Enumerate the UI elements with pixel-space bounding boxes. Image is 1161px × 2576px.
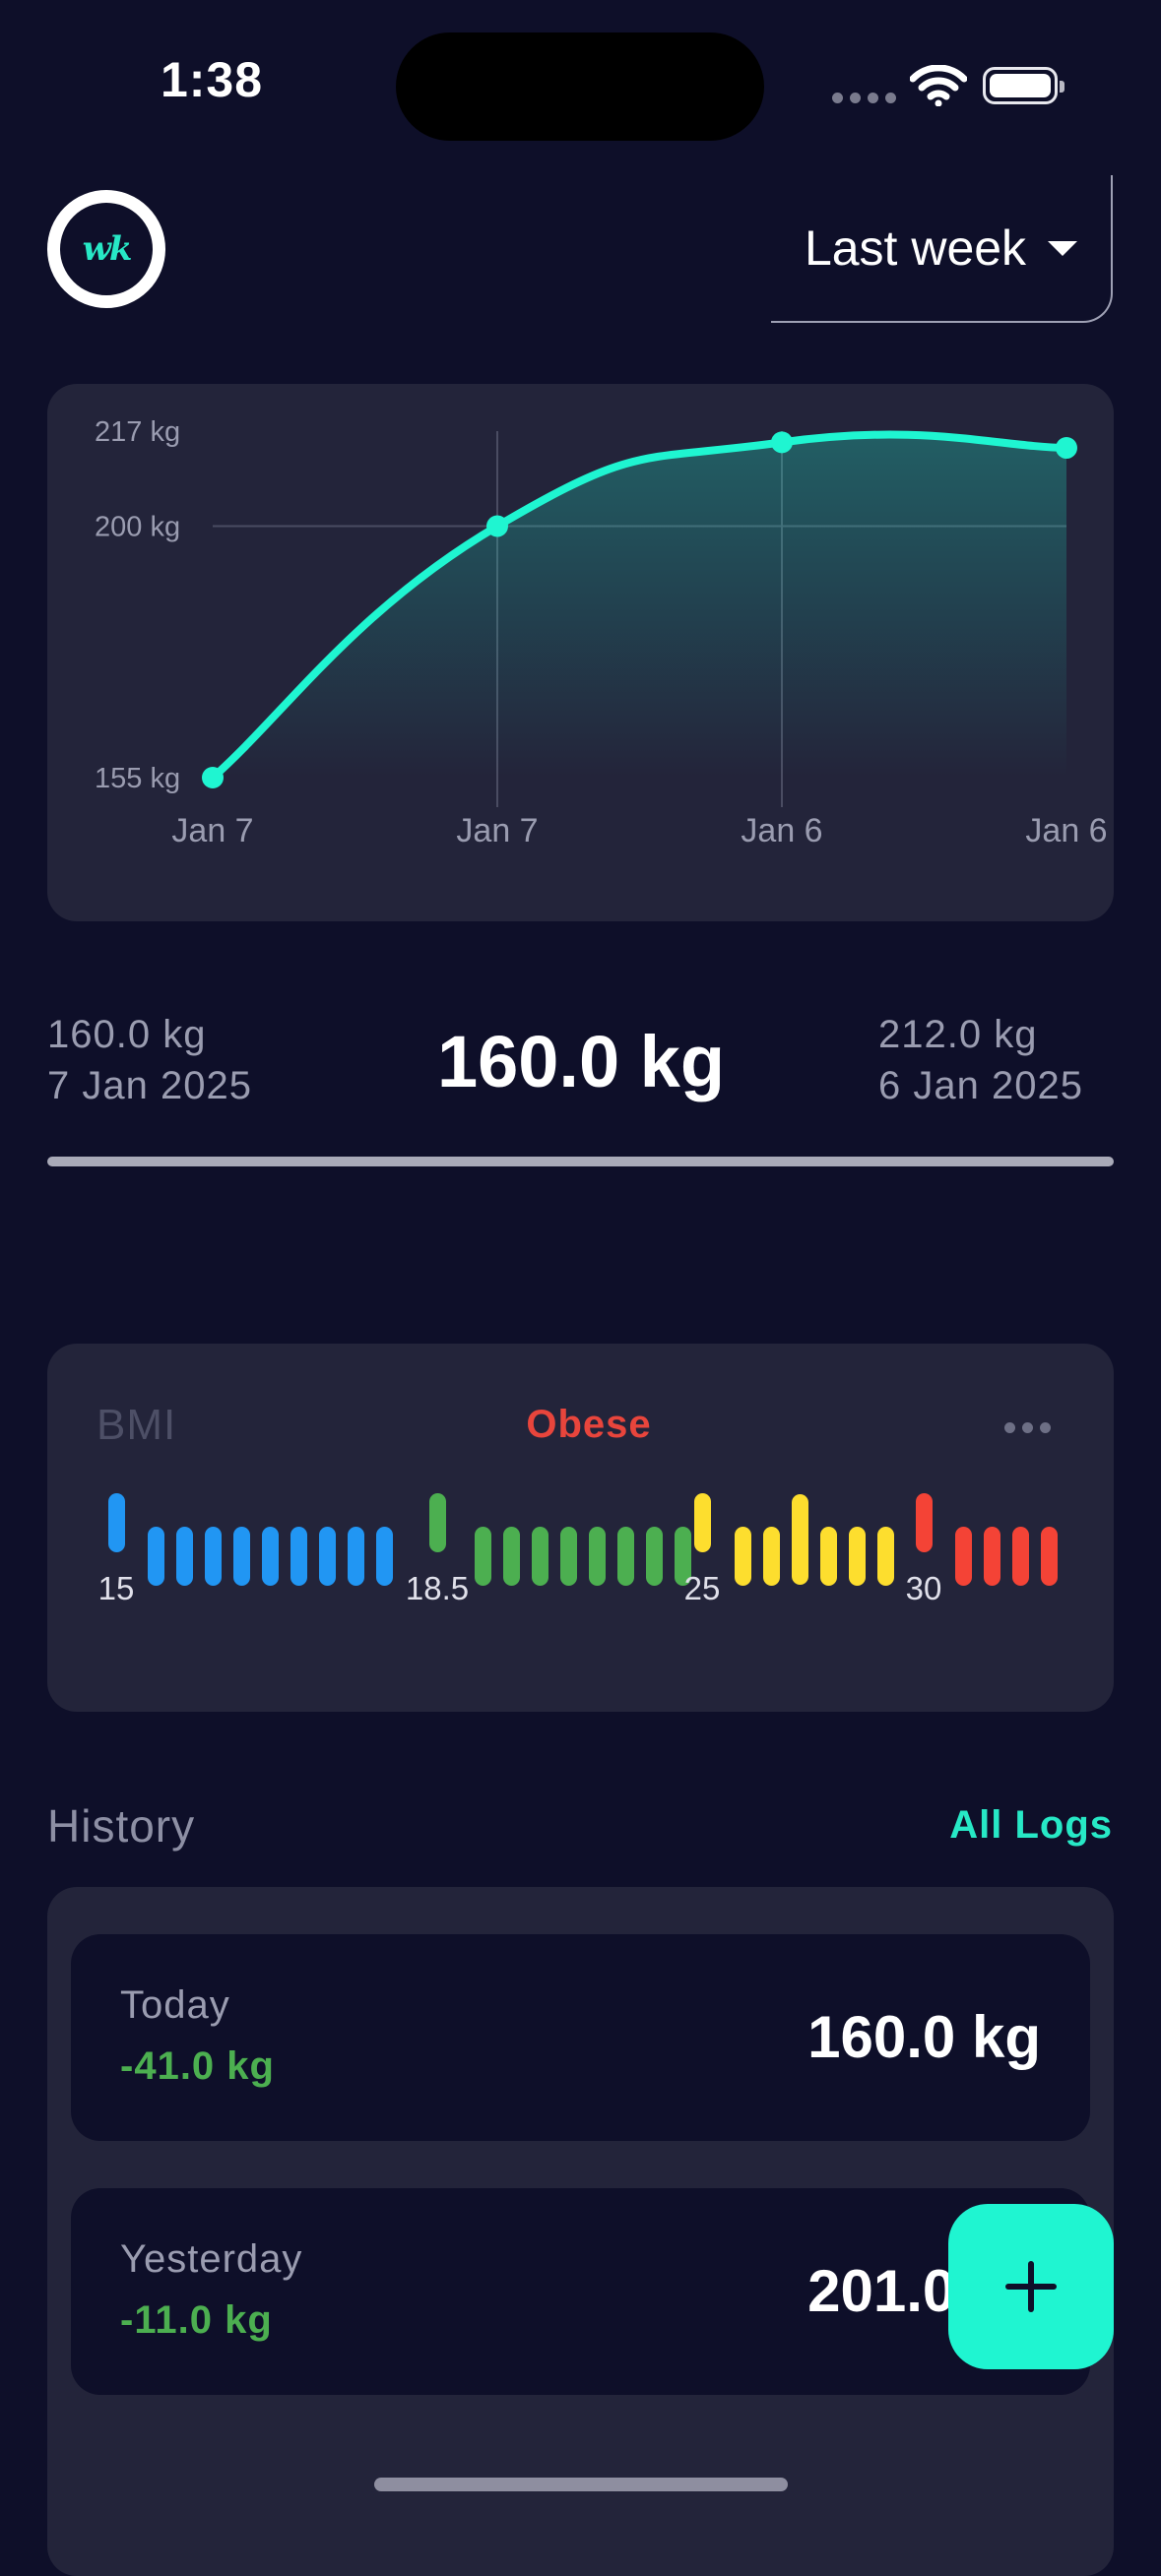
- history-change: -41.0 kg: [120, 2044, 275, 2088]
- bmi-scale-bar: [262, 1527, 279, 1586]
- history-change: -11.0 kg: [120, 2298, 273, 2342]
- all-logs-link[interactable]: All Logs: [916, 1803, 1113, 1848]
- caret-down-icon: [1048, 240, 1078, 256]
- add-entry-button[interactable]: [948, 2204, 1114, 2369]
- bmi-scale-bar: [617, 1527, 634, 1586]
- bmi-scale-bar: [849, 1527, 866, 1586]
- bmi-scale-bar: [792, 1494, 808, 1585]
- bmi-scale-bar: [1041, 1527, 1058, 1586]
- app-logo[interactable]: wk: [47, 190, 165, 308]
- dynamic-island: [396, 32, 764, 141]
- bmi-scale-bar: [233, 1527, 250, 1586]
- range-end-summary: 212.0 kg 6 Jan 2025: [878, 1009, 1083, 1111]
- chart-x-tick-label: Jan 6: [1025, 812, 1107, 849]
- range-start-date: 7 Jan 2025: [47, 1064, 252, 1107]
- bmi-scale-bar: [429, 1493, 446, 1552]
- bmi-scale-bar: [984, 1527, 1000, 1586]
- bmi-title: BMI: [97, 1401, 177, 1449]
- bmi-tick-label: 30: [905, 1570, 942, 1606]
- bmi-scale-bar: [589, 1527, 606, 1586]
- home-indicator: [374, 2478, 788, 2491]
- chart-x-tick-label: Jan 7: [171, 812, 253, 849]
- status-time: 1:38: [160, 52, 264, 107]
- wifi-icon: [910, 65, 967, 106]
- range-start-summary: 160.0 kg 7 Jan 2025: [47, 1009, 252, 1111]
- bmi-tick-label: 15: [97, 1570, 135, 1606]
- bmi-scale-bar: [694, 1493, 711, 1552]
- bmi-scale-bar: [646, 1527, 663, 1586]
- more-options-icon[interactable]: [1004, 1422, 1051, 1433]
- bmi-scale-bar: [348, 1527, 364, 1586]
- bmi-scale-bar: [176, 1527, 193, 1586]
- bmi-scale-bar: [290, 1527, 307, 1586]
- history-weight: 160.0 kg: [807, 2004, 1041, 2070]
- range-start-weight: 160.0 kg: [47, 1013, 207, 1056]
- bmi-card: BMI Obese 15 18.5 25 30: [47, 1344, 1114, 1712]
- bmi-scale-bar: [376, 1527, 393, 1586]
- range-slider-track[interactable]: [47, 1157, 1114, 1166]
- bmi-scale-bar: [148, 1527, 164, 1586]
- chart-data-point: [202, 767, 224, 788]
- bmi-scale-bar: [503, 1527, 520, 1586]
- bmi-scale-bar: [319, 1527, 336, 1586]
- weight-chart-card: 217 kg 200 kg 155 kg Jan 7 Jan 7 Jan 6 Jan 6: [47, 384, 1114, 921]
- bmi-scale-bar: [205, 1527, 222, 1586]
- bmi-scale-bar: [877, 1527, 894, 1586]
- bmi-scale-bar: [108, 1493, 125, 1552]
- bmi-scale-bar: [916, 1493, 933, 1552]
- bmi-tick-label: 25: [683, 1570, 721, 1606]
- chart-data-point: [1056, 437, 1077, 460]
- chart-data-point: [486, 515, 508, 537]
- bmi-scale-bar: [532, 1527, 548, 1586]
- period-label: Last week: [804, 220, 1027, 276]
- bmi-scale-bar: [763, 1527, 780, 1586]
- bmi-status: Obese: [526, 1403, 652, 1446]
- bmi-scale-bar: [560, 1527, 577, 1586]
- bmi-scale-bar: [1012, 1527, 1029, 1586]
- history-day: Yesterday: [120, 2237, 303, 2281]
- period-dropdown[interactable]: Last week: [771, 175, 1113, 323]
- cellular-signal-icon: [832, 93, 896, 103]
- bmi-scale-bar: [735, 1527, 751, 1586]
- bmi-tick-label: 18.5: [405, 1570, 470, 1606]
- weight-chart: 217 kg 200 kg 155 kg Jan 7 Jan 7 Jan 6 Jan 6: [95, 416, 1108, 849]
- plus-icon: [1005, 2261, 1057, 2312]
- history-row[interactable]: Today -41.0 kg 160.0 kg: [71, 1934, 1090, 2141]
- current-weight: 160.0 kg: [436, 1021, 726, 1102]
- chart-y-tick-label: 155 kg: [95, 763, 180, 794]
- history-day: Today: [120, 1983, 230, 2027]
- chart-area-fill: [213, 434, 1066, 778]
- chart-x-tick-label: Jan 7: [456, 812, 538, 849]
- bmi-scale-bar: [820, 1527, 837, 1586]
- history-row[interactable]: Yesterday -11.0 kg 201.0 kg: [71, 2188, 1090, 2395]
- range-end-weight: 212.0 kg: [878, 1013, 1038, 1056]
- battery-icon: [983, 67, 1064, 104]
- logo-text: wk: [82, 229, 133, 269]
- chart-y-tick-label: 217 kg: [95, 416, 180, 448]
- chart-x-tick-label: Jan 6: [741, 812, 822, 849]
- bmi-scale-bar: [955, 1527, 972, 1586]
- bmi-scale-bar: [475, 1527, 491, 1586]
- chart-data-point: [771, 431, 793, 454]
- chart-y-tick-label: 200 kg: [95, 512, 180, 543]
- range-end-date: 6 Jan 2025: [878, 1064, 1083, 1107]
- history-title: History: [47, 1800, 196, 1852]
